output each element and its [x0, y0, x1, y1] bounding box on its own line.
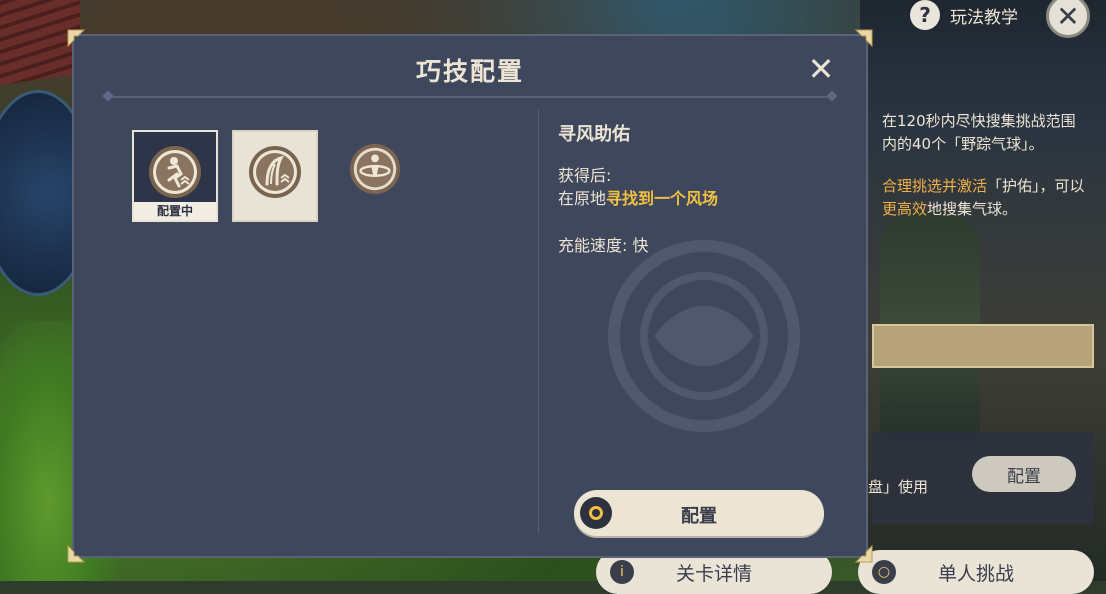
- tip-text-1: 「护佑」，可以: [987, 177, 1085, 195]
- tutorial-label[interactable]: 玩法教学: [950, 3, 1018, 28]
- challenge-tip: 合理挑选并激活「护佑」，可以 更高效地搜集气球。: [882, 175, 1085, 221]
- corner-ornament-bottom-right: [854, 544, 874, 564]
- stage-details-label: 关卡详情: [675, 562, 752, 585]
- gadget-name: 寻风助佑: [558, 124, 630, 145]
- modal-title: 巧技配置: [415, 57, 524, 86]
- tutorial-link[interactable]: ? 玩法教学: [910, 0, 1018, 30]
- gadget-config-modal: 巧技配置 ✕ 配置中 寻风助佑 获得后: 在原地寻找到一个风场 充能速度: 快 …: [67, 29, 873, 563]
- wind-feather-icon: [249, 146, 301, 198]
- runner-icon: [149, 146, 201, 198]
- solo-challenge-button[interactable]: ○ 单人挑战: [858, 550, 1094, 594]
- config-button[interactable]: 配置: [574, 490, 824, 536]
- help-icon[interactable]: ?: [910, 0, 940, 30]
- gadget-usage-text: 盘」使用: [868, 478, 929, 496]
- gadget-effect-highlight: 寻找到一个风场: [606, 189, 719, 208]
- reward-bar: [872, 324, 1094, 368]
- info-icon: i: [610, 560, 634, 584]
- panel-divider: [538, 110, 539, 534]
- gadget-watermark: [608, 240, 800, 432]
- modal-close-button[interactable]: ✕: [806, 53, 836, 85]
- corner-ornament-bottom-left: [66, 544, 86, 564]
- confirm-icon: ○: [872, 560, 896, 584]
- gadget-after-label: 获得后:: [558, 166, 612, 185]
- panel-config-button[interactable]: 配置: [972, 456, 1076, 492]
- tip-highlight-2: 更高效: [882, 200, 928, 218]
- tip-highlight-1: 合理挑选并激活: [882, 177, 988, 195]
- config-button-label: 配置: [681, 506, 717, 527]
- gadget-effect-prefix: 在原地: [558, 189, 607, 208]
- gadget-slot-2[interactable]: [232, 130, 318, 222]
- corner-ornament-top-right: [854, 28, 874, 48]
- gadget-effect: 在原地寻找到一个风场: [558, 185, 718, 209]
- active-badge: 配置中: [134, 202, 216, 220]
- spin-figure-icon: [349, 143, 401, 195]
- gadget-charge-speed: 充能速度: 快: [558, 236, 649, 255]
- challenge-description-line1: 在120秒内尽快搜集挑战范围: [882, 112, 1076, 130]
- challenge-description-line2: 内的40个「野踪气球」。: [882, 135, 1044, 153]
- solo-challenge-label: 单人挑战: [937, 562, 1014, 585]
- challenge-description: 在120秒内尽快搜集挑战范围 内的40个「野踪气球」。: [882, 110, 1076, 156]
- title-divider: [106, 96, 834, 98]
- gadget-slot-3[interactable]: [332, 130, 418, 222]
- tip-text-2: 地搜集气球。: [927, 200, 1018, 218]
- gadget-slot-1[interactable]: 配置中: [132, 130, 218, 222]
- corner-ornament-top-left: [66, 28, 86, 48]
